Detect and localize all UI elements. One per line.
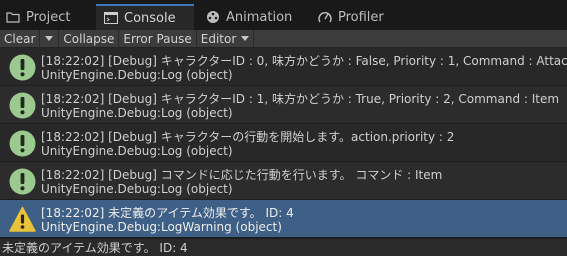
log-message: [18:22:02] [Debug] コマンドに応じた行動を行います。 コマンド… [41, 168, 443, 182]
tab-console-label: Console [124, 10, 176, 26]
animation-icon [206, 10, 220, 24]
collapse-label: Collapse [63, 31, 115, 46]
tab-animation-label: Animation [226, 9, 293, 25]
log-entry[interactable]: [18:22:02] [Debug] キャラクターID : 0, 味方かどうか … [0, 48, 567, 86]
log-entry[interactable]: [18:22:02] [Debug] キャラクターID : 1, 味方かどうか … [0, 86, 567, 124]
log-message: [18:22:02] [Debug] キャラクターの行動を開始します。actio… [41, 130, 455, 144]
chevron-down-icon [241, 36, 250, 41]
log-message: [18:22:02] 未定義のアイテム効果です。 ID: 4 [41, 206, 294, 220]
log-stacktrace: UnityEngine.Debug:Log (object) [41, 68, 233, 82]
tab-profiler-label: Profiler [338, 9, 384, 25]
tab-animation[interactable]: Animation [200, 4, 304, 30]
tab-profiler[interactable]: Profiler [312, 4, 408, 30]
info-icon [9, 168, 36, 195]
tab-project-label: Project [26, 9, 71, 25]
editor-dropdown[interactable]: Editor [197, 29, 255, 48]
status-bar[interactable]: 未定義のアイテム効果です。 ID: 4 [0, 238, 567, 256]
log-list: [18:22:02] [Debug] キャラクターID : 0, 味方かどうか … [0, 48, 567, 238]
info-icon [9, 54, 36, 81]
log-entry-selected[interactable]: [18:22:02] 未定義のアイテム効果です。 ID: 4 UnityEngi… [0, 200, 567, 238]
error-pause-toggle[interactable]: Error Pause [119, 29, 197, 48]
tab-console[interactable]: Console [96, 4, 194, 30]
console-toolbar: Clear Collapse Error Pause Editor [0, 29, 567, 48]
log-entry[interactable]: [18:22:02] [Debug] コマンドに応じた行動を行います。 コマンド… [0, 162, 567, 200]
info-icon [9, 92, 36, 119]
log-entry[interactable]: [18:22:02] [Debug] キャラクターの行動を開始します。actio… [0, 124, 567, 162]
folder-icon [6, 10, 20, 24]
clear-label: Clear [4, 31, 36, 46]
chevron-down-icon [45, 36, 54, 41]
info-icon [9, 130, 36, 157]
error-pause-label: Error Pause [123, 31, 192, 46]
tab-bar: Project Console Animation Profiler [0, 0, 567, 30]
log-stacktrace: UnityEngine.Debug:LogWarning (object) [41, 220, 282, 234]
warning-icon [9, 206, 36, 233]
profiler-icon [318, 10, 332, 24]
status-message: 未定義のアイテム効果です。 ID: 4 [2, 241, 188, 255]
log-stacktrace: UnityEngine.Debug:Log (object) [41, 144, 233, 158]
log-message: [18:22:02] [Debug] キャラクターID : 0, 味方かどうか … [41, 54, 567, 68]
collapse-toggle[interactable]: Collapse [59, 29, 120, 48]
console-icon [104, 11, 118, 25]
clear-button[interactable]: Clear [0, 29, 41, 48]
tab-project[interactable]: Project [0, 4, 92, 30]
log-message: [18:22:02] [Debug] キャラクターID : 1, 味方かどうか … [41, 92, 560, 106]
log-stacktrace: UnityEngine.Debug:Log (object) [41, 106, 233, 120]
clear-options-dropdown[interactable] [40, 29, 60, 48]
editor-label: Editor [200, 31, 237, 46]
log-stacktrace: UnityEngine.Debug:Log (object) [41, 182, 233, 196]
